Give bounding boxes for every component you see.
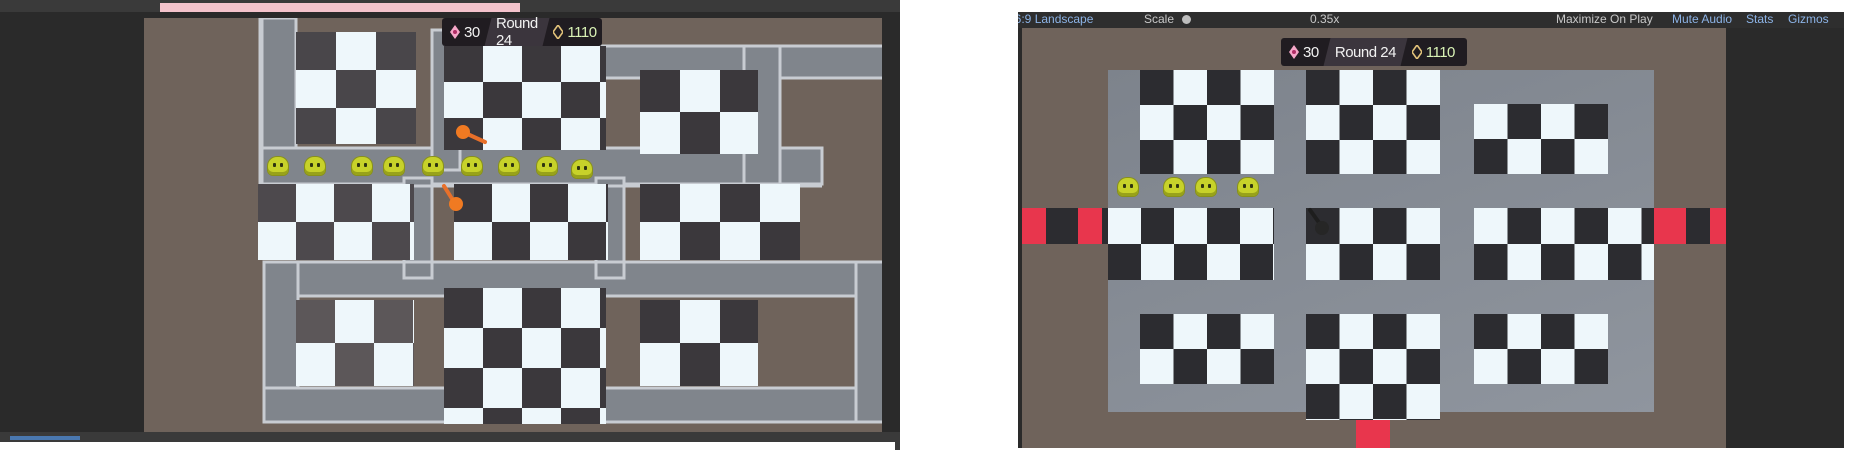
right-hud-round: Round 24 bbox=[1323, 38, 1408, 66]
coin-gem-icon bbox=[1411, 45, 1422, 59]
left-checker-mid-right bbox=[640, 184, 800, 260]
left-enemy bbox=[537, 157, 557, 175]
mute-audio-button[interactable]: Mute Audio bbox=[1672, 12, 1732, 26]
right-checker-bottom-right bbox=[1474, 314, 1608, 384]
left-checker-mid-left bbox=[258, 184, 414, 260]
right-exit-strip bbox=[1654, 208, 1726, 244]
right-tower-dark[interactable] bbox=[1304, 206, 1334, 238]
right-enemy bbox=[1196, 178, 1216, 196]
left-enemy bbox=[268, 157, 288, 175]
left-coins-value: 1110 bbox=[567, 23, 597, 41]
left-bottom-white-strip bbox=[0, 442, 895, 450]
scale-slider-knob[interactable] bbox=[1182, 15, 1191, 24]
right-lives-value: 30 bbox=[1303, 43, 1319, 61]
right-checker-mid-left bbox=[1108, 208, 1274, 280]
maximize-on-play-button[interactable]: Maximize On Play bbox=[1556, 12, 1653, 26]
gizmos-button[interactable]: Gizmos bbox=[1788, 12, 1829, 26]
right-enemy bbox=[1118, 178, 1138, 196]
left-game-view: 30 Round 24 1110 bbox=[0, 0, 900, 450]
left-checker-bottom-right bbox=[640, 300, 758, 386]
right-round-label: Round 24 bbox=[1334, 43, 1396, 61]
left-hud: 30 Round 24 1110 bbox=[442, 15, 604, 49]
coin-gem-icon bbox=[553, 25, 564, 39]
right-coins-value: 1110 bbox=[1425, 43, 1456, 61]
left-tower-orange-1[interactable] bbox=[455, 122, 491, 148]
left-horizontal-scrollbar[interactable] bbox=[10, 436, 80, 440]
left-enemy bbox=[384, 157, 404, 175]
right-checker-top-mid bbox=[1306, 70, 1440, 174]
left-hud-round: Round 24 bbox=[484, 15, 549, 49]
left-hud-lives: 30 bbox=[442, 18, 488, 46]
left-checker-top-left bbox=[296, 32, 416, 144]
left-round-label: Round 24 bbox=[495, 15, 538, 49]
right-editor-toolbar: 16:9 Landscape Scale 0.35x Maximize On P… bbox=[1018, 12, 1844, 28]
left-checker-bottom-left bbox=[296, 300, 414, 386]
stats-button[interactable]: Stats bbox=[1746, 12, 1773, 26]
left-enemy bbox=[423, 157, 443, 175]
left-enemy bbox=[305, 157, 325, 175]
right-right-bar bbox=[1726, 28, 1844, 448]
heart-gem-icon bbox=[1289, 45, 1299, 59]
left-tower-orange-2[interactable] bbox=[440, 182, 470, 216]
right-enemy bbox=[1164, 178, 1184, 196]
right-hud-lives: 30 bbox=[1281, 38, 1327, 66]
left-checker-mid-mid bbox=[454, 184, 608, 260]
heart-gem-icon bbox=[450, 25, 460, 39]
right-enemy bbox=[1238, 178, 1258, 196]
left-enemy bbox=[499, 157, 519, 175]
right-checker-top-left bbox=[1140, 70, 1274, 174]
left-toolbar-pink-strip bbox=[160, 3, 520, 12]
right-checker-mid-right bbox=[1474, 208, 1654, 280]
right-checker-bottom-left bbox=[1140, 314, 1274, 384]
right-hud: 30 Round 24 1110 bbox=[1281, 38, 1467, 66]
left-checker-bottom-mid bbox=[444, 288, 606, 424]
left-enemy bbox=[352, 157, 372, 175]
right-checker-bottom-mid bbox=[1306, 314, 1440, 420]
left-enemy bbox=[462, 157, 482, 175]
left-checker-top-right bbox=[640, 70, 758, 154]
right-hud-coins: 1110 bbox=[1404, 38, 1463, 66]
left-hud-coins: 1110 bbox=[545, 18, 604, 46]
left-lives-value: 30 bbox=[464, 23, 480, 41]
aspect-dropdown[interactable]: 16:9 Landscape bbox=[1018, 12, 1093, 26]
scale-label: Scale bbox=[1144, 12, 1175, 26]
left-enemy bbox=[572, 160, 592, 178]
right-game-view: 16:9 Landscape Scale 0.35x Maximize On P… bbox=[1018, 0, 1867, 450]
right-checker-top-right bbox=[1474, 104, 1608, 174]
left-playfield[interactable]: 30 Round 24 1110 bbox=[144, 15, 882, 432]
scale-value: 0.35x bbox=[1310, 12, 1340, 26]
left-spawn-strip bbox=[1022, 208, 1108, 244]
